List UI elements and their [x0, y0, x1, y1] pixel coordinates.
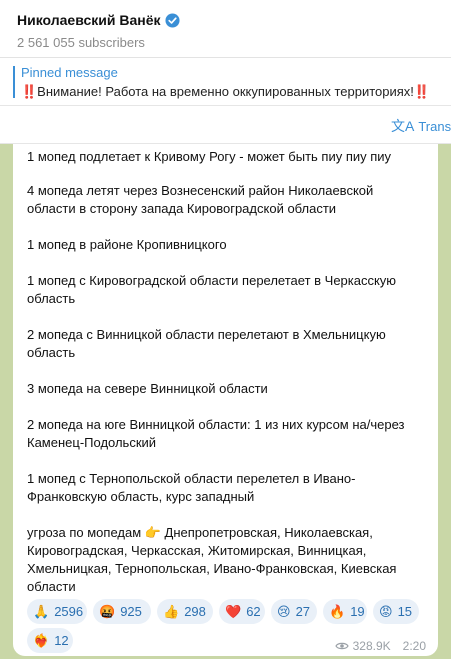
message-line: Кировоградская, Черкасская, Житомирская,… [27, 543, 367, 558]
message-meta: 328.9K 2:20 [334, 639, 426, 653]
message-line: Франковскую область, курс западный [27, 489, 255, 504]
message-line: 2 мопеда на юге Винницкой области: 1 из … [27, 417, 405, 432]
message-line: область [27, 345, 76, 360]
thumbs-up-icon: 👍 [163, 603, 180, 619]
message-line: 3 мопеда на севере Винницкой области [27, 381, 268, 396]
message-time: 2:20 [402, 639, 426, 653]
reaction-heart-on-fire[interactable]: ❤️‍🔥 12 [27, 628, 73, 653]
reaction-count: 27 [295, 604, 311, 619]
swearing-face-icon: 🤬 [99, 603, 116, 619]
message-line: 1 мопед подлетает к Кривому Рогу - может… [27, 149, 392, 164]
verified-badge-icon [164, 12, 180, 28]
reaction-count: 19 [350, 604, 365, 619]
fire-icon: 🔥 [329, 603, 346, 619]
heart-on-fire-icon: ❤️‍🔥 [33, 632, 50, 648]
reaction-count: 2596 [54, 604, 84, 619]
pinned-message-bar[interactable]: Pinned message ‼️Внимание! Работа на вре… [0, 58, 451, 106]
message-line: Хмельницкая, Тернопольская, Ивано-Франко… [27, 561, 397, 576]
message-line: область [27, 291, 76, 306]
message-line: 1 мопед с Кировоградской области перелет… [27, 273, 397, 288]
reaction-pray[interactable]: 🙏 2596 [27, 599, 87, 624]
subscriber-count: 2 561 055 subscribers [17, 35, 145, 50]
translate-bar: 文A Translate [0, 106, 451, 144]
reaction-count: 925 [120, 604, 142, 619]
reaction-swearing[interactable]: 🤬 925 [93, 599, 151, 624]
message-line: 1 мопед с Тернопольской области перелете… [27, 471, 356, 486]
reaction-count: 15 [397, 604, 413, 619]
reaction-count: 12 [54, 633, 69, 648]
pinned-accent-line [13, 66, 15, 98]
reaction-count: 298 [184, 604, 206, 619]
pinned-text: ‼️Внимание! Работа на временно оккупиров… [21, 84, 431, 99]
pinned-label: Pinned message [21, 65, 118, 80]
view-count: 328.9K [352, 639, 391, 653]
pray-icon: 🙏 [33, 603, 50, 619]
channel-title[interactable]: Николаевский Ванёк [17, 12, 161, 28]
message-line: Каменец-Подольский [27, 435, 157, 450]
angry-face-icon: 😡 [379, 603, 393, 619]
reaction-crying[interactable]: 😢 27 [271, 599, 317, 624]
chat-header[interactable]: Николаевский Ванёк 2 561 055 subscribers [0, 0, 451, 58]
heart-icon: ❤️ [225, 603, 242, 619]
views-eye-icon [334, 642, 349, 650]
translate-icon: 文A [391, 118, 415, 134]
message-line: угроза по мопедам 👉 Днепропетровская, Ни… [27, 525, 373, 540]
message-line: области в сторону запада Кировоградской … [27, 201, 337, 216]
message-line: области [27, 579, 76, 594]
message-bubble[interactable]: 1 мопед подлетает к Кривому Рогу - может… [13, 144, 438, 656]
reaction-angry[interactable]: 😡 15 [373, 599, 419, 624]
reaction-count: 62 [246, 604, 261, 619]
crying-face-icon: 😢 [277, 603, 291, 619]
translate-label: Translate [418, 118, 451, 134]
reaction-thumbs-up[interactable]: 👍 298 [157, 599, 213, 624]
reaction-heart[interactable]: ❤️ 62 [219, 599, 265, 624]
message-line: 1 мопед в районе Кропивницкого [27, 237, 227, 252]
message-line: 4 мопеда летят через Вознесенский район … [27, 183, 374, 198]
translate-button[interactable]: 文A Translate [391, 116, 451, 136]
message-line: 2 мопеда с Винницкой области перелетают … [27, 327, 386, 342]
reaction-fire[interactable]: 🔥 19 [323, 599, 367, 624]
